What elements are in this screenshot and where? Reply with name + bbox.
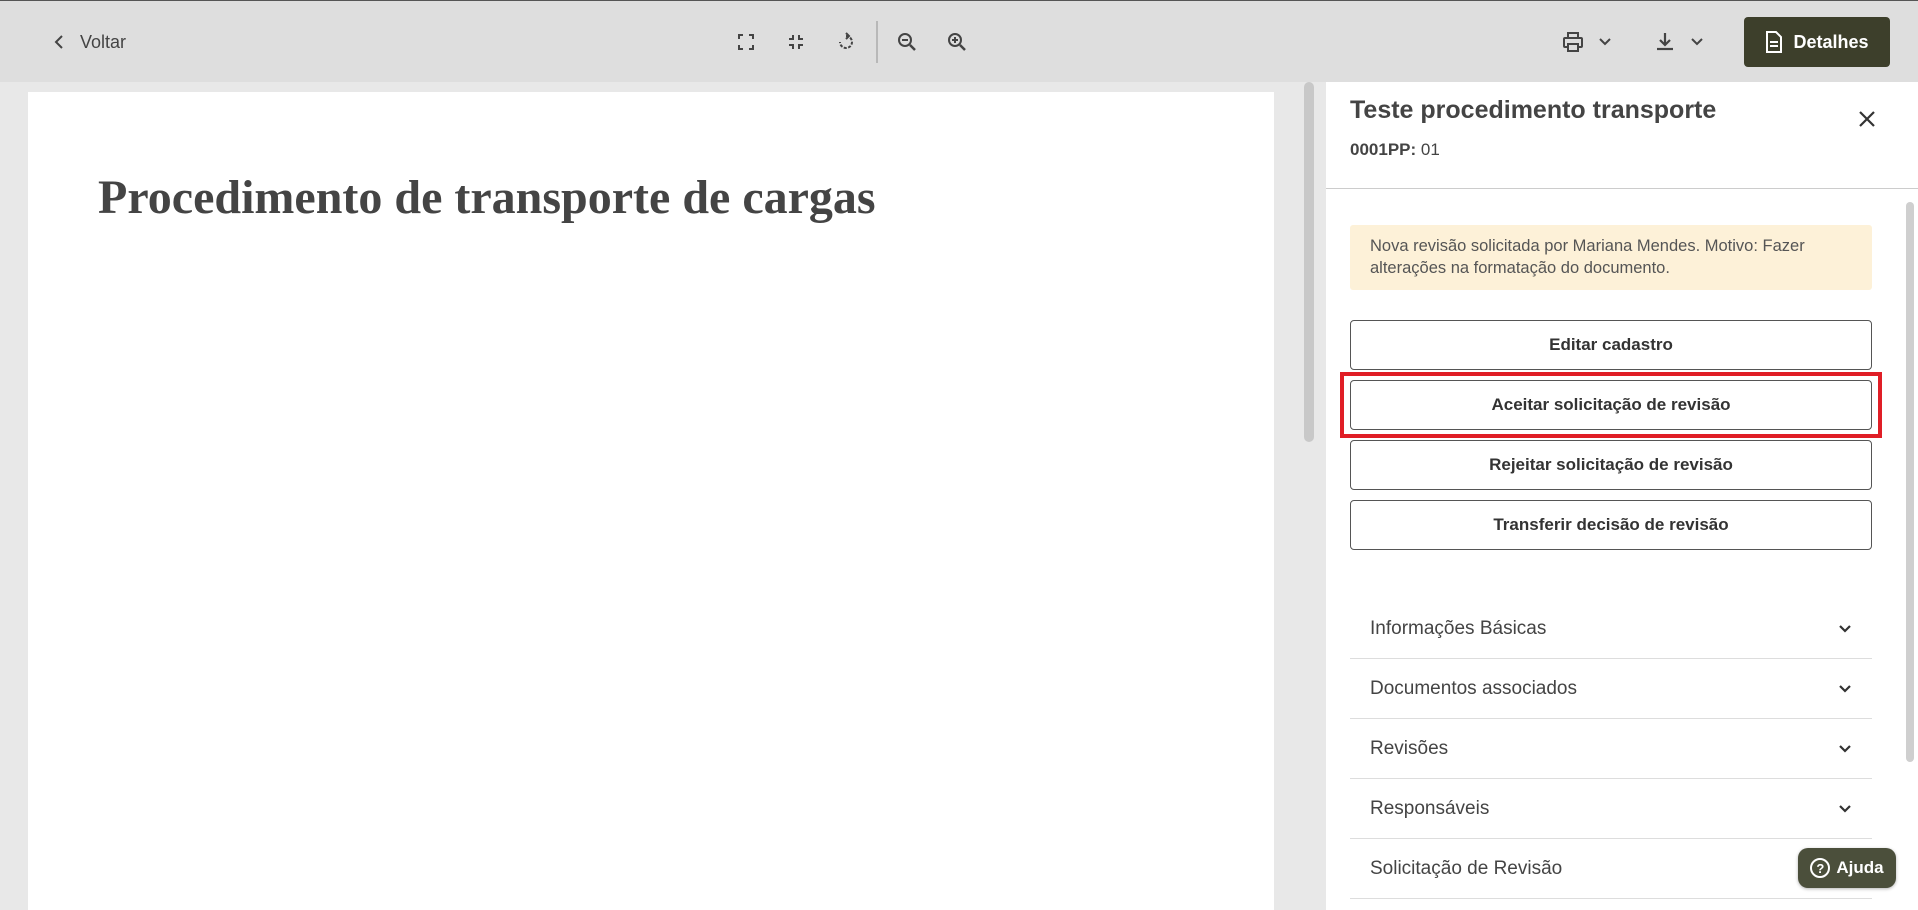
chevron-down-icon: [1599, 38, 1611, 46]
chevron-down-icon: [1839, 744, 1851, 753]
edit-registration-button[interactable]: Editar cadastro: [1350, 320, 1872, 370]
panel-title: Teste procedimento transporte: [1350, 96, 1717, 124]
revision-notice: Nova revisão solicitada por Mariana Mend…: [1350, 225, 1872, 290]
section-revisions[interactable]: Revisões: [1350, 719, 1872, 779]
document-page: Procedimento de transporte de cargas: [28, 92, 1274, 910]
chevron-down-icon: [1839, 624, 1851, 633]
help-icon: ?: [1810, 858, 1831, 878]
section-label: Documentos associados: [1370, 677, 1577, 699]
close-icon[interactable]: [1854, 106, 1880, 132]
document-icon: [1766, 31, 1783, 53]
section-label: Solicitação de Revisão: [1370, 857, 1563, 879]
section-label: Responsáveis: [1370, 797, 1490, 819]
details-panel: Teste procedimento transporte 0001PP: 01…: [1326, 82, 1918, 910]
help-label: Ajuda: [1836, 858, 1884, 877]
rotate-icon[interactable]: [831, 27, 861, 57]
back-button[interactable]: Voltar: [52, 25, 126, 59]
zoom-out-icon[interactable]: [892, 27, 922, 57]
exit-fullscreen-icon[interactable]: [781, 27, 811, 57]
chevron-down-icon: [1839, 684, 1851, 693]
transfer-revision-button[interactable]: Transferir decisão de revisão: [1350, 500, 1872, 550]
chevron-down-icon: [1839, 804, 1851, 813]
section-basic-info[interactable]: Informações Básicas: [1350, 599, 1872, 659]
reject-revision-button[interactable]: Rejeitar solicitação de revisão: [1350, 440, 1872, 490]
section-responsibles[interactable]: Responsáveis: [1350, 779, 1872, 839]
section-associated-docs[interactable]: Documentos associados: [1350, 659, 1872, 719]
details-label: Detalhes: [1793, 31, 1869, 52]
download-dropdown[interactable]: [1654, 27, 1704, 57]
print-icon: [1563, 32, 1583, 52]
toolbar-divider: [876, 21, 878, 63]
code-label: 0001PP:: [1350, 140, 1417, 159]
code-value: 01: [1420, 140, 1440, 159]
section-label: Informações Básicas: [1370, 617, 1547, 639]
download-icon: [1657, 33, 1673, 51]
document-viewer: Procedimento de transporte de cargas: [0, 82, 1304, 910]
document-scrollbar[interactable]: [1304, 82, 1314, 442]
back-label: Voltar: [80, 31, 127, 52]
details-button[interactable]: Detalhes: [1744, 17, 1890, 67]
help-button[interactable]: ? Ajuda: [1798, 848, 1896, 888]
section-revision-request[interactable]: Solicitação de Revisão: [1350, 839, 1872, 899]
section-label: Revisões: [1370, 737, 1449, 759]
chevron-down-icon: [1691, 38, 1703, 46]
top-toolbar: Voltar Detalhes: [0, 0, 1918, 82]
panel-scrollbar[interactable]: [1906, 202, 1914, 762]
zoom-in-icon[interactable]: [942, 27, 972, 57]
panel-divider: [1326, 188, 1918, 189]
chevron-left-icon: [54, 35, 63, 49]
print-dropdown[interactable]: [1562, 27, 1612, 57]
document-code: 0001PP: 01: [1350, 140, 1440, 160]
accept-revision-button[interactable]: Aceitar solicitação de revisão: [1350, 380, 1872, 430]
document-title: Procedimento de transporte de cargas: [98, 171, 876, 224]
fullscreen-icon[interactable]: [731, 27, 761, 57]
